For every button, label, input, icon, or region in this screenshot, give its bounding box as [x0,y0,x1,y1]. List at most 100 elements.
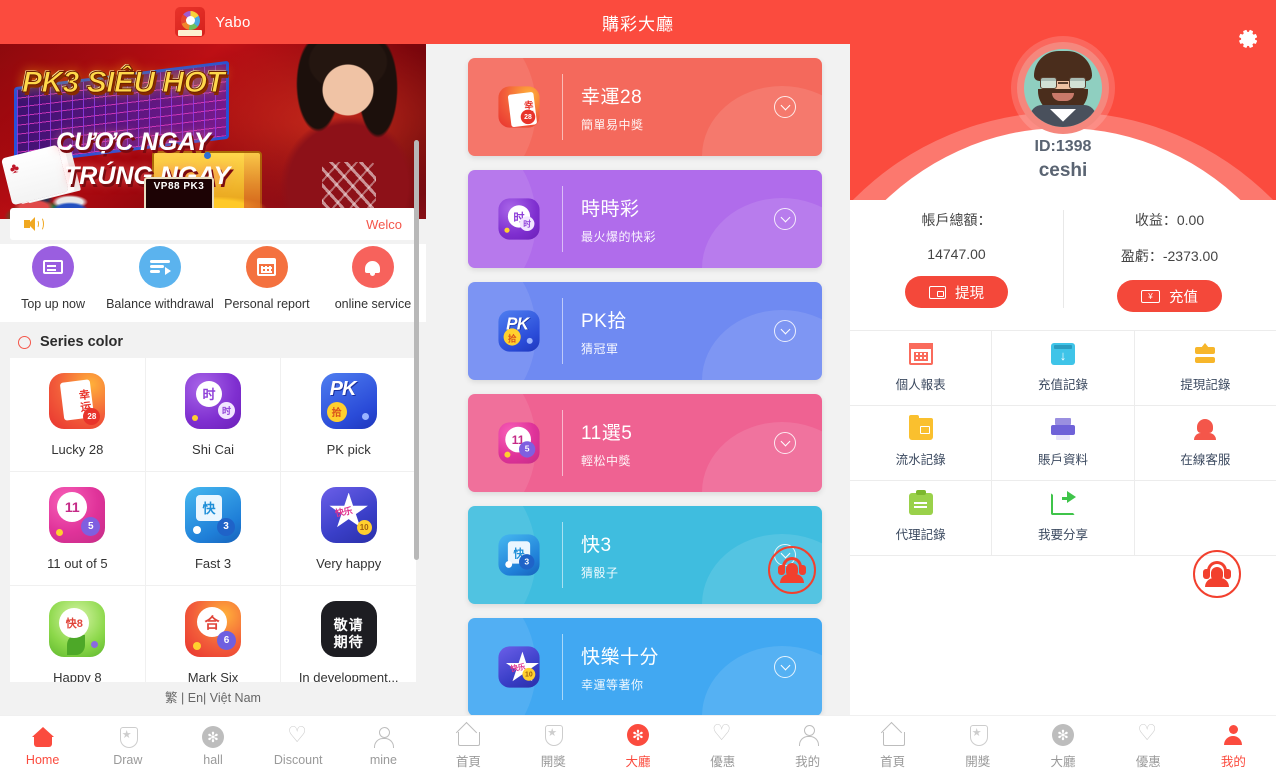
tab-label: 大廳 [625,754,651,769]
game-cell-11-out-of-5[interactable]: 11 5 11 out of 5 [10,472,146,585]
draw-icon [967,724,989,746]
menu-item-account-info[interactable]: 賬戶資料 [992,406,1135,480]
lottery-name: PK拾 [581,310,627,332]
menu-item-agent-record[interactable]: 代理記錄 [850,481,993,555]
banner-carousel-dot[interactable] [204,152,211,159]
tab-draw[interactable]: 開獎 [511,724,596,770]
headset-support-icon [1203,561,1231,587]
lottery-card-fast3[interactable]: 快3 快3 猜骰子 [468,506,822,604]
right-tabbar: 首頁 開獎 大廳 優惠 我的 [850,715,1276,777]
lottery-card-very-happy[interactable]: 快乐 10 快樂十分 幸運等著你 [468,618,822,715]
quick-action-online-service[interactable]: online service [320,246,426,311]
chevron-down-circle-icon[interactable] [774,208,796,230]
game-cell-shi-cai[interactable]: 时 时 Shi Cai [146,358,282,471]
quick-action-balance-withdrawal[interactable]: Balance withdrawal [106,246,214,311]
quick-action-top-up[interactable]: Top up now [0,246,106,311]
deposit-button[interactable]: ¥ 充值 [1117,280,1222,312]
tab-draw[interactable]: Draw [85,726,170,767]
menu-item-turnover-record[interactable]: 流水記錄 [850,406,993,480]
quick-action-personal-report[interactable]: Personal report [214,246,320,311]
gear-icon[interactable] [1236,27,1260,51]
menu-item-label: 個人報表 [895,378,946,392]
income-row: 收益：0.00 [1135,210,1204,230]
game-label: Very happy [316,555,382,571]
tab-label: 首頁 [880,754,906,769]
tab-label: 首頁 [455,754,481,769]
headset-support-icon [778,557,806,583]
quick-action-label: Balance withdrawal [106,297,214,311]
tab-mine[interactable]: mine [341,726,426,767]
lucky28-icon: 幸运 28 [49,372,106,429]
chevron-down-circle-icon[interactable] [774,320,796,342]
tab-draw[interactable]: 開獎 [935,724,1020,770]
withdraw-record-icon [1193,343,1217,365]
lottery-card-list[interactable]: 幸运28 幸運28 簡單易中獎 时时 時時彩 最火爆的快彩 [426,44,850,715]
divider [562,186,563,252]
lottery-name: 快3 [581,534,612,556]
lottery-card-shicai[interactable]: 时时 時時彩 最火爆的快彩 [468,170,822,268]
menu-item-share[interactable]: 我要分享 [992,481,1135,555]
tab-hall[interactable]: 大廳 [1020,723,1105,770]
divider [562,74,563,140]
lottery-name: 快樂十分 [581,646,660,668]
quick-actions-row: Top up now Balance withdrawal Personal r… [0,244,426,322]
notice-bar[interactable]: Welco [10,208,416,240]
chevron-down-circle-icon[interactable] [774,96,796,118]
lottery-card-pk-pick[interactable]: PK 拾 PK拾 猜冠軍 [468,282,822,380]
menu-item-label: 充值記錄 [1037,378,1088,392]
customer-service-float-button[interactable] [768,546,816,594]
menu-item-label: 提現記錄 [1180,378,1231,392]
speaker-icon [24,217,44,231]
home-icon [31,726,54,748]
quick-action-label: Personal report [224,297,310,311]
ticket-icon: ¥ [1141,289,1160,303]
tab-label: Home [25,753,60,767]
promo-banner[interactable]: PK3 SIÊU HOT CƯỢC NGAY TRÚNG NGAY VP88 P… [0,44,426,219]
game-cell-pk-pick[interactable]: PK 拾 PK pick [281,358,416,471]
middle-header: 購彩大廳 [426,0,850,44]
left-panel-scrollbar[interactable] [414,140,419,560]
lottery-card-eleven-five[interactable]: 11 5 11選5 輕松中獎 [468,394,822,492]
icon-glyph: 快 [196,494,222,521]
tab-home[interactable]: 首頁 [850,724,935,770]
customer-service-float-button[interactable] [1193,550,1241,598]
right-panel-profile: ID:1398 ceshi 帳戶總額： 14747.00 提現 收益：0.00 … [850,0,1276,777]
income-label: 收益： [1134,212,1177,228]
middle-panel-lottery-hall: 購彩大廳 幸运28 幸運28 簡單易中獎 时时 [426,0,850,777]
menu-grid-row: 個人報表 充值記錄 提現記錄 [850,331,1276,406]
home-icon [882,724,905,746]
calendar-icon [245,246,288,288]
tab-discount[interactable]: Discount [256,722,341,767]
game-label: Lucky 28 [51,441,104,457]
tab-mine[interactable]: 我的 [1191,724,1276,770]
tab-hall[interactable]: 大廳 [596,723,681,770]
tab-mine[interactable]: 我的 [765,724,850,770]
user-id: ID:1398 [1034,138,1092,155]
game-cell-lucky28[interactable]: 幸运 28 Lucky 28 [10,358,146,471]
lottery-name: 11選5 [581,422,633,444]
in-development-icon: 敬请 期待 [320,601,377,657]
heart-icon [287,722,309,748]
tab-discount[interactable]: 優惠 [680,720,765,770]
game-cell-fast-3[interactable]: 快 3 Fast 3 [146,472,282,585]
tab-home[interactable]: 首頁 [426,724,511,770]
chevron-down-circle-icon[interactable] [774,656,796,678]
game-cell-very-happy[interactable]: 快乐 10 Very happy [281,472,416,585]
balance-column: 帳戶總額： 14747.00 提現 [850,204,1063,330]
tab-label: 開獎 [965,754,991,769]
game-grid-row: 幸运 28 Lucky 28 时 时 Shi Cai PK 拾 PK pick [10,358,416,472]
menu-item-withdraw-record[interactable]: 提現記錄 [1135,331,1276,405]
menu-item-online-support[interactable]: 在線客服 [1135,406,1276,480]
tab-hall[interactable]: hall [170,726,255,767]
language-selector[interactable]: 繁 | En| Việt Nam [0,682,426,710]
chevron-down-circle-icon[interactable] [774,432,796,454]
quick-action-label: online service [334,297,412,311]
menu-item-label: 賬戶資料 [1037,453,1088,467]
menu-item-deposit-record[interactable]: 充值記錄 [992,331,1135,405]
tab-discount[interactable]: 優惠 [1106,720,1191,770]
lottery-card-lucky28[interactable]: 幸运28 幸運28 簡單易中獎 [468,58,822,156]
tab-home[interactable]: Home [0,726,85,767]
user-avatar-icon[interactable] [1017,42,1109,134]
withdraw-button[interactable]: 提現 [905,276,1008,308]
menu-item-personal-report[interactable]: 個人報表 [850,331,993,405]
